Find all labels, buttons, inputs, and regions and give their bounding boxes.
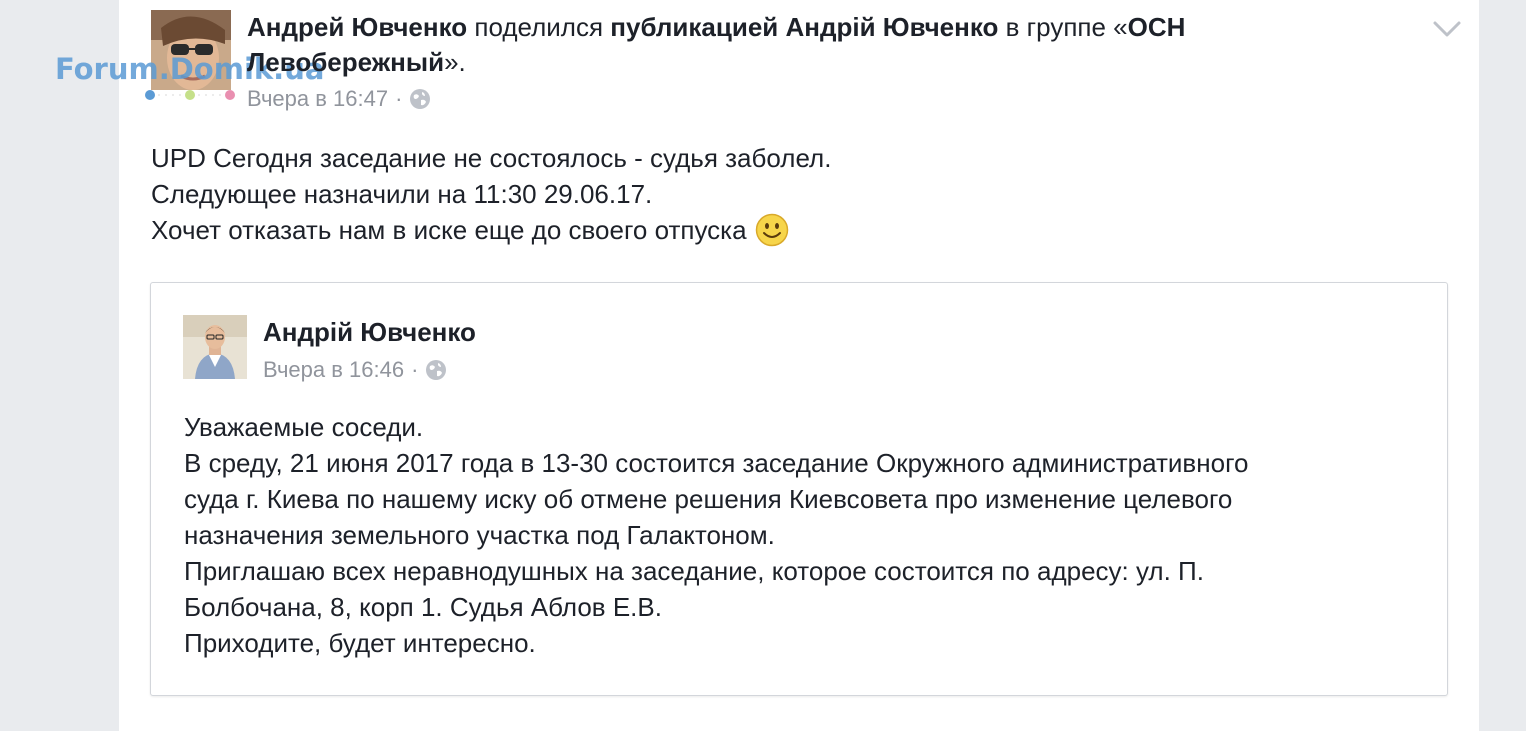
- shared-post-meta: Вчера в 16:46 ·: [263, 357, 447, 383]
- group-name-link-part2[interactable]: Левобережный: [247, 47, 444, 77]
- post-text-line: Хочет отказать нам в иске еще до своего …: [151, 215, 747, 245]
- shared-text-line: Уважаемые соседи.: [184, 412, 424, 442]
- post-text-line-with-emoji: Хочет отказать нам в иске еще до своего …: [151, 212, 831, 248]
- post-body: UPD Сегодня заседание не состоялось - су…: [151, 140, 831, 248]
- shared-text-line: В среду, 21 июня 2017 года в 13-30 состо…: [184, 448, 1249, 478]
- post-header: Андрей Ювченко поделился публикацией Анд…: [247, 10, 1247, 80]
- shared-publication-link[interactable]: публикацией Андрій Ювченко: [610, 12, 998, 42]
- post-timestamp[interactable]: Вчера в 16:47: [247, 86, 388, 112]
- shared-post-body: Уважаемые соседи. В среду, 21 июня 2017 …: [184, 409, 1404, 661]
- group-prefix-text: в группе «: [998, 12, 1128, 42]
- post-meta: Вчера в 16:47 ·: [247, 86, 431, 112]
- author-name-link[interactable]: Андрей Ювченко: [247, 12, 467, 42]
- shared-text-line: суда г. Киева по нашему иску об отмене р…: [184, 484, 1233, 514]
- shared-text-line: Приходите, будет интересно.: [184, 628, 536, 658]
- post-text-line: Следующее назначили на 11:30 29.06.17.: [151, 179, 653, 209]
- shared-text-line: Приглашаю всех неравнодушных на заседани…: [184, 556, 1204, 586]
- action-text: поделился: [467, 12, 611, 42]
- group-name-link-part1[interactable]: ОСН: [1128, 12, 1186, 42]
- post-text-line: UPD Сегодня заседание не состоялось - су…: [151, 143, 832, 173]
- group-suffix-text: ».: [444, 47, 466, 77]
- globe-icon: [410, 89, 431, 109]
- shared-post-timestamp[interactable]: Вчера в 16:46: [263, 357, 404, 383]
- meta-separator: ·: [411, 357, 419, 382]
- shared-text-line: назначения земельного участка под Галакт…: [184, 520, 775, 550]
- watermark-dots: [145, 90, 235, 100]
- smiley-emoji-icon: [755, 213, 788, 247]
- chevron-down-icon[interactable]: [1432, 18, 1462, 40]
- shared-text-line: Болбочана, 8, корп 1. Судья Аблов Е.В.: [184, 592, 662, 622]
- meta-separator: ·: [395, 86, 403, 111]
- shared-author-avatar[interactable]: [183, 315, 247, 379]
- globe-icon: [426, 360, 447, 380]
- shared-post-card[interactable]: Андрій Ювченко Вчера в 16:46 · Уважаемые…: [150, 282, 1448, 696]
- shared-author-avatar-image: [183, 315, 247, 379]
- shared-author-name-link[interactable]: Андрій Ювченко: [263, 315, 476, 349]
